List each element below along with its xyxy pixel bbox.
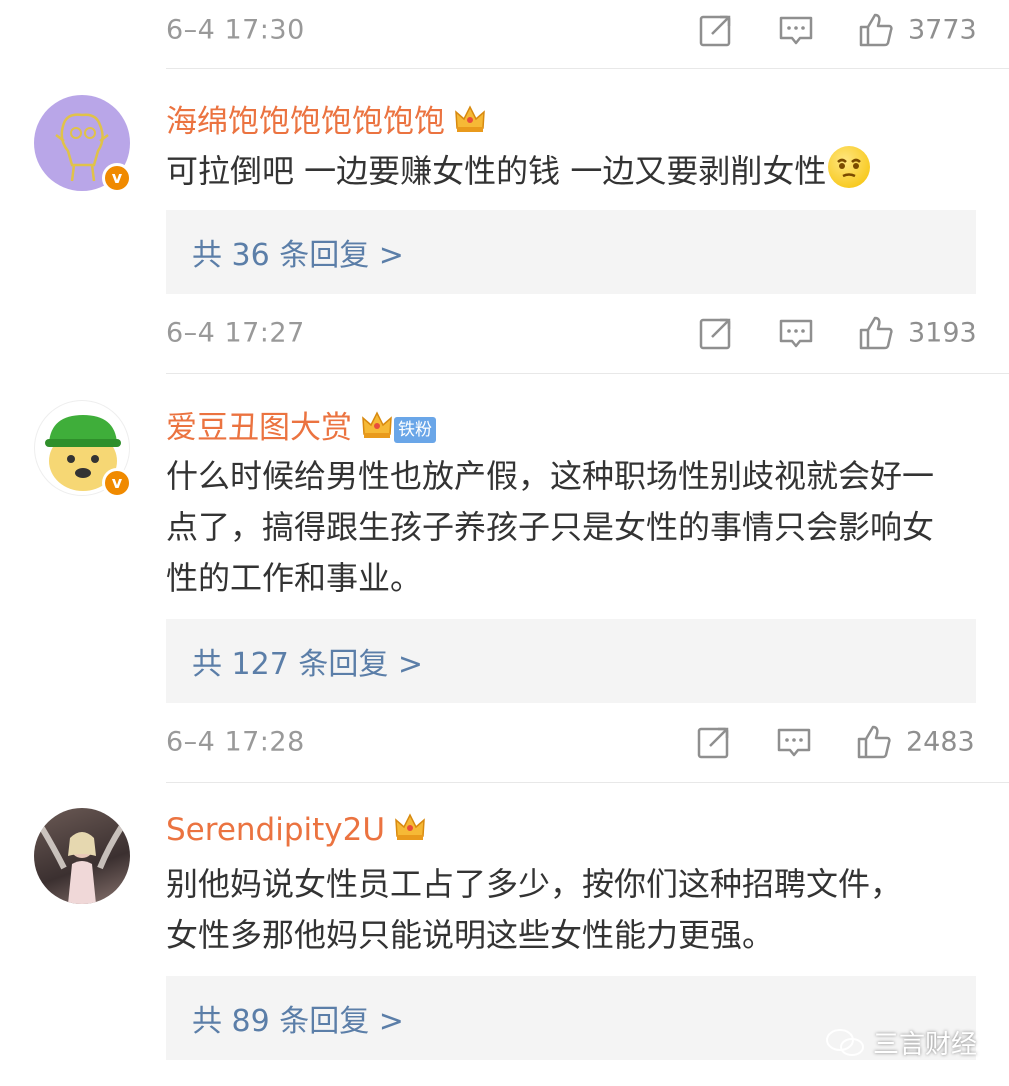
crown-icon <box>395 813 425 840</box>
crown-icon <box>455 105 485 132</box>
view-replies-button[interactable]: 共 127 条回复 > <box>166 619 976 703</box>
like-count: 2483 <box>906 726 975 758</box>
comment-time: 6–4 17:27 <box>166 317 305 349</box>
avatar[interactable]: v <box>34 95 132 193</box>
avatar[interactable]: v <box>34 400 132 498</box>
like-icon[interactable] <box>858 12 894 48</box>
username[interactable]: 海绵饱饱饱饱饱饱饱 <box>166 96 487 141</box>
fan-badge: 铁粉 <box>394 417 436 443</box>
username[interactable]: Serendipity2U <box>166 810 427 848</box>
action-bar-top: 6–4 17:30 3773 <box>0 0 1009 60</box>
repost-icon[interactable] <box>698 315 734 351</box>
comment-time: 6–4 17:30 <box>166 14 305 46</box>
comment-icon[interactable] <box>776 724 812 760</box>
comment-time: 6–4 17:28 <box>166 726 305 758</box>
like-count: 3773 <box>908 14 977 46</box>
action-bar: 6–4 17:28 2483 <box>0 712 1009 772</box>
like-icon[interactable] <box>858 315 894 351</box>
view-replies-button[interactable]: 共 36 条回复 > <box>166 210 976 294</box>
like-count: 3193 <box>908 317 977 349</box>
smirk-emoji-icon <box>828 146 871 188</box>
repost-icon[interactable] <box>698 12 734 48</box>
wechat-icon <box>825 1028 864 1056</box>
comment-text: 什么时候给男性也放产假，这种职场性别歧视就会好一点了，搞得跟生孩子养孩子只是女性… <box>166 457 935 597</box>
like-icon[interactable] <box>856 724 892 760</box>
divider <box>166 373 1009 374</box>
verified-badge: v <box>102 468 132 498</box>
repost-icon[interactable] <box>696 724 732 760</box>
verified-badge: v <box>102 163 132 193</box>
comment-text: 可拉倒吧 一边要赚女性的钱 一边又要剥削女性 <box>166 146 966 197</box>
crown-icon <box>362 411 392 438</box>
watermark: 三言财经 <box>825 1024 977 1061</box>
comment-icon[interactable] <box>778 12 814 48</box>
divider <box>166 68 1009 69</box>
divider <box>166 782 1009 783</box>
username[interactable]: 爱豆丑图大赏 铁粉 <box>166 402 436 447</box>
comment-icon[interactable] <box>778 315 814 351</box>
comment-text: 别他妈说女性员工占了多少，按你们这种招聘文件，女性多那他妈只能说明这些女性能力更… <box>166 865 903 954</box>
action-bar: 6–4 17:27 3193 <box>0 303 1009 363</box>
avatar[interactable] <box>34 808 130 904</box>
